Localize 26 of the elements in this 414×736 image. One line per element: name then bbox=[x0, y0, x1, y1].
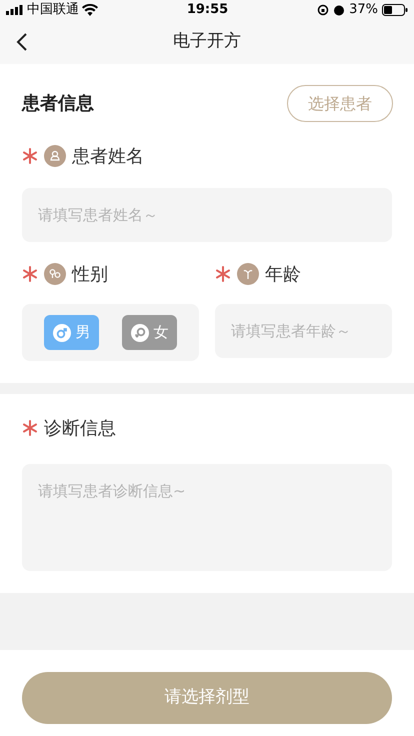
person-icon bbox=[44, 145, 66, 167]
choose-dosage-form-button[interactable]: 请选择剂型 bbox=[22, 672, 392, 724]
name-input-field[interactable]: 请填写患者姓名～ bbox=[22, 188, 392, 242]
male-option[interactable]: 男 bbox=[44, 315, 99, 350]
page-title: 电子开方 bbox=[173, 30, 241, 54]
battery-percent: 37% bbox=[349, 1, 378, 20]
signal-icon bbox=[6, 5, 24, 15]
sprout-icon bbox=[237, 263, 259, 285]
gender-icon bbox=[44, 263, 66, 285]
male-symbol-icon bbox=[52, 324, 70, 342]
back-icon bbox=[16, 32, 28, 52]
field-label: 性别 bbox=[72, 262, 108, 286]
select-patient-button[interactable]: 选择患者 bbox=[287, 85, 393, 122]
wifi-icon bbox=[82, 4, 98, 16]
diagnosis-input-field[interactable]: 请填写患者诊断信息~ bbox=[22, 464, 392, 571]
section-title: 患者信息 bbox=[22, 92, 94, 116]
field-label: 诊断信息 bbox=[44, 416, 116, 440]
female-symbol-icon bbox=[130, 324, 148, 342]
rotation-lock-icon bbox=[317, 4, 330, 16]
status-time: 19:55 bbox=[186, 1, 228, 20]
age-input-field[interactable]: 请填写患者年龄～ bbox=[215, 304, 392, 358]
female-option[interactable]: 女 bbox=[122, 315, 177, 350]
carrier-name: 中国联通 bbox=[27, 1, 79, 20]
field-label: 患者姓名 bbox=[72, 144, 144, 168]
battery-icon bbox=[382, 4, 408, 16]
field-label: 年龄 bbox=[265, 262, 301, 286]
